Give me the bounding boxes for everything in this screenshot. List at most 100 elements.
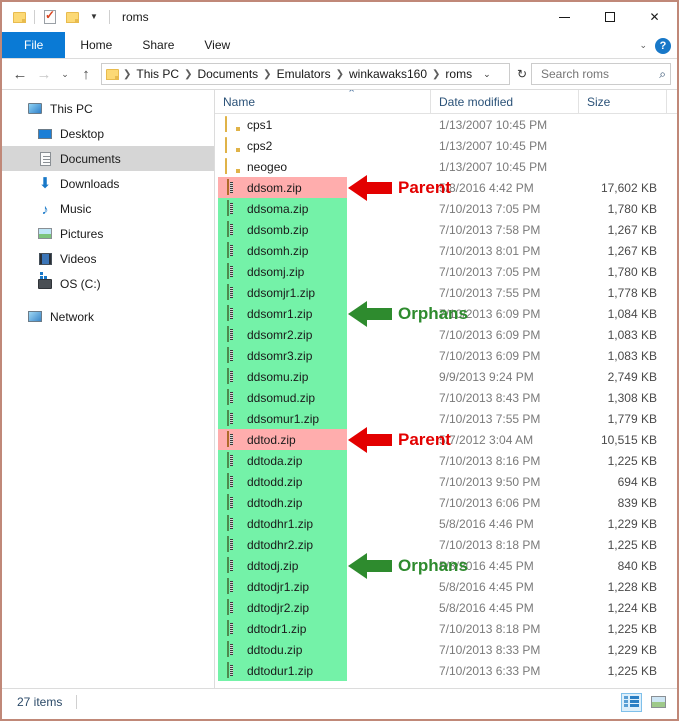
sidebar-item-this-pc[interactable]: This PC xyxy=(2,96,214,121)
table-row[interactable]: ddsomu.zip9/9/2013 9:24 PM2,749 KB xyxy=(215,366,677,387)
maximize-button[interactable] xyxy=(587,2,632,32)
breadcrumb-emulators[interactable]: Emulators xyxy=(274,67,334,81)
cell-date-modified: 1/13/2007 10:45 PM xyxy=(431,139,579,153)
folder-icon xyxy=(225,138,241,154)
table-row[interactable]: ddtodu.zip7/10/2013 8:33 PM1,229 KB xyxy=(215,639,677,660)
details-view-icon[interactable] xyxy=(621,693,642,712)
view-buttons xyxy=(621,693,669,712)
table-row[interactable]: ddsomr3.zip7/10/2013 6:09 PM1,083 KB xyxy=(215,345,677,366)
tab-view[interactable]: View xyxy=(189,32,245,58)
expand-ribbon-icon[interactable]: ⌄ xyxy=(639,40,647,51)
table-row[interactable]: ddtod.zip5/7/2012 3:04 AM10,515 KB xyxy=(215,429,677,450)
videos-icon xyxy=(37,251,53,267)
table-row[interactable]: neogeo1/13/2007 10:45 PM xyxy=(215,156,677,177)
table-row[interactable]: ddtodr1.zip7/10/2013 8:18 PM1,225 KB xyxy=(215,618,677,639)
table-row[interactable]: ddsom.zip5/8/2016 4:42 PM17,602 KB xyxy=(215,177,677,198)
sidebar-item-videos[interactable]: Videos xyxy=(2,246,214,271)
help-icon[interactable]: ? xyxy=(655,38,671,54)
sidebar-item-desktop[interactable]: Desktop xyxy=(2,121,214,146)
table-row[interactable]: ddtodj.zip5/8/2016 4:45 PM840 KB xyxy=(215,555,677,576)
cell-name: ddtodjr2.zip xyxy=(215,600,431,616)
tab-file[interactable]: File xyxy=(2,32,65,58)
breadcrumb-winkawaks160[interactable]: winkawaks160 xyxy=(346,67,430,81)
search-box[interactable]: ⌕ xyxy=(531,63,671,85)
zip-icon xyxy=(225,306,241,322)
table-row[interactable]: ddsomjr1.zip7/10/2013 7:55 PM1,778 KB xyxy=(215,282,677,303)
zip-icon xyxy=(225,411,241,427)
search-input[interactable] xyxy=(539,66,659,82)
table-row[interactable]: ddtodjr1.zip5/8/2016 4:45 PM1,228 KB xyxy=(215,576,677,597)
sidebar-item-network[interactable]: Network xyxy=(2,304,214,329)
properties-icon[interactable] xyxy=(39,6,61,28)
zip-icon xyxy=(225,285,241,301)
cell-name: ddtodh.zip xyxy=(215,495,431,511)
column-header-name[interactable]: Name ⌃ xyxy=(215,90,431,114)
cell-name: ddtodhr2.zip xyxy=(215,537,431,553)
table-row[interactable]: ddtodhr1.zip5/8/2016 4:46 PM1,229 KB xyxy=(215,513,677,534)
cell-name: cps2 xyxy=(215,138,431,154)
breadcrumb-this-pc[interactable]: This PC xyxy=(133,67,182,81)
table-row[interactable]: ddsomh.zip7/10/2013 8:01 PM1,267 KB xyxy=(215,240,677,261)
zip-icon xyxy=(225,201,241,217)
table-row[interactable]: ddtodjr2.zip5/8/2016 4:45 PM1,224 KB xyxy=(215,597,677,618)
navigation-pane: This PC Desktop Documents ⬇ Downloads ♪ … xyxy=(2,90,215,688)
table-row[interactable]: ddtodh.zip7/10/2013 6:06 PM839 KB xyxy=(215,492,677,513)
refresh-button[interactable]: ↻ xyxy=(513,67,531,81)
cell-name: ddtodu.zip xyxy=(215,642,431,658)
table-row[interactable]: cps11/13/2007 10:45 PM xyxy=(215,114,677,135)
search-icon[interactable]: ⌕ xyxy=(659,67,666,82)
table-row[interactable]: ddsomb.zip7/10/2013 7:58 PM1,267 KB xyxy=(215,219,677,240)
table-row[interactable]: ddsomr1.zip7/10/2013 6:09 PM1,084 KB xyxy=(215,303,677,324)
table-row[interactable]: ddtoda.zip7/10/2013 8:16 PM1,225 KB xyxy=(215,450,677,471)
minimize-button[interactable] xyxy=(542,2,587,32)
table-row[interactable]: ddsomur1.zip7/10/2013 7:55 PM1,779 KB xyxy=(215,408,677,429)
chevron-down-icon[interactable]: ▼ xyxy=(83,6,105,28)
folder-icon[interactable] xyxy=(8,6,30,28)
status-bar: 27 items xyxy=(2,688,677,715)
cell-date-modified: 7/10/2013 7:05 PM xyxy=(431,202,579,216)
quick-access-toolbar: ▼ xyxy=(8,6,114,28)
file-explorer-window: ▼ roms ✕ File Home Share View ⌄ ? ← → ⌄ … xyxy=(0,0,679,721)
tab-share[interactable]: Share xyxy=(127,32,189,58)
zip-icon xyxy=(225,621,241,637)
sidebar-item-music[interactable]: ♪ Music xyxy=(2,196,214,221)
item-count-label: 27 items xyxy=(17,695,62,709)
file-name-label: ddsomr2.zip xyxy=(247,328,312,342)
table-row[interactable]: ddsomr2.zip7/10/2013 6:09 PM1,083 KB xyxy=(215,324,677,345)
column-header-date-modified[interactable]: Date modified xyxy=(431,90,579,114)
breadcrumb[interactable]: ❯ This PC ❯ Documents ❯ Emulators ❯ wink… xyxy=(101,63,510,85)
sort-ascending-icon: ⌃ xyxy=(347,90,356,100)
cell-date-modified: 7/10/2013 8:16 PM xyxy=(431,454,579,468)
sidebar-item-documents[interactable]: Documents xyxy=(2,146,214,171)
forward-button[interactable]: → xyxy=(32,62,56,86)
table-row[interactable]: ddsoma.zip7/10/2013 7:05 PM1,780 KB xyxy=(215,198,677,219)
cell-date-modified: 5/7/2012 3:04 AM xyxy=(431,433,579,447)
cell-date-modified: 7/10/2013 7:55 PM xyxy=(431,412,579,426)
table-row[interactable]: ddtodur1.zip7/10/2013 6:33 PM1,225 KB xyxy=(215,660,677,681)
new-folder-icon[interactable] xyxy=(61,6,83,28)
sidebar-item-os-c[interactable]: OS (C:) xyxy=(2,271,214,296)
cell-name: ddsoma.zip xyxy=(215,201,431,217)
column-header-size[interactable]: Size xyxy=(579,90,667,114)
back-button[interactable]: ← xyxy=(8,62,32,86)
cell-name: ddtoda.zip xyxy=(215,453,431,469)
recent-locations-icon[interactable]: ⌄ xyxy=(56,62,74,86)
table-row[interactable]: ddsomj.zip7/10/2013 7:05 PM1,780 KB xyxy=(215,261,677,282)
close-button[interactable]: ✕ xyxy=(632,2,677,32)
breadcrumb-roms[interactable]: roms xyxy=(442,67,475,81)
file-name-label: ddsoma.zip xyxy=(247,202,308,216)
up-button[interactable]: ↑ xyxy=(74,62,98,86)
table-row[interactable]: ddsomud.zip7/10/2013 8:43 PM1,308 KB xyxy=(215,387,677,408)
chevron-down-icon[interactable]: ⌄ xyxy=(479,69,495,80)
breadcrumb-documents[interactable]: Documents xyxy=(194,67,261,81)
sidebar-item-pictures[interactable]: Pictures xyxy=(2,221,214,246)
tab-home[interactable]: Home xyxy=(65,32,127,58)
cell-date-modified: 7/10/2013 7:05 PM xyxy=(431,265,579,279)
tiles-view-icon[interactable] xyxy=(648,693,669,712)
table-row[interactable]: cps21/13/2007 10:45 PM xyxy=(215,135,677,156)
table-row[interactable]: ddtodhr2.zip7/10/2013 8:18 PM1,225 KB xyxy=(215,534,677,555)
zip-icon xyxy=(225,369,241,385)
table-row[interactable]: ddtodd.zip7/10/2013 9:50 PM694 KB xyxy=(215,471,677,492)
sidebar-item-downloads[interactable]: ⬇ Downloads xyxy=(2,171,214,196)
cell-name: ddtodur1.zip xyxy=(215,663,431,679)
